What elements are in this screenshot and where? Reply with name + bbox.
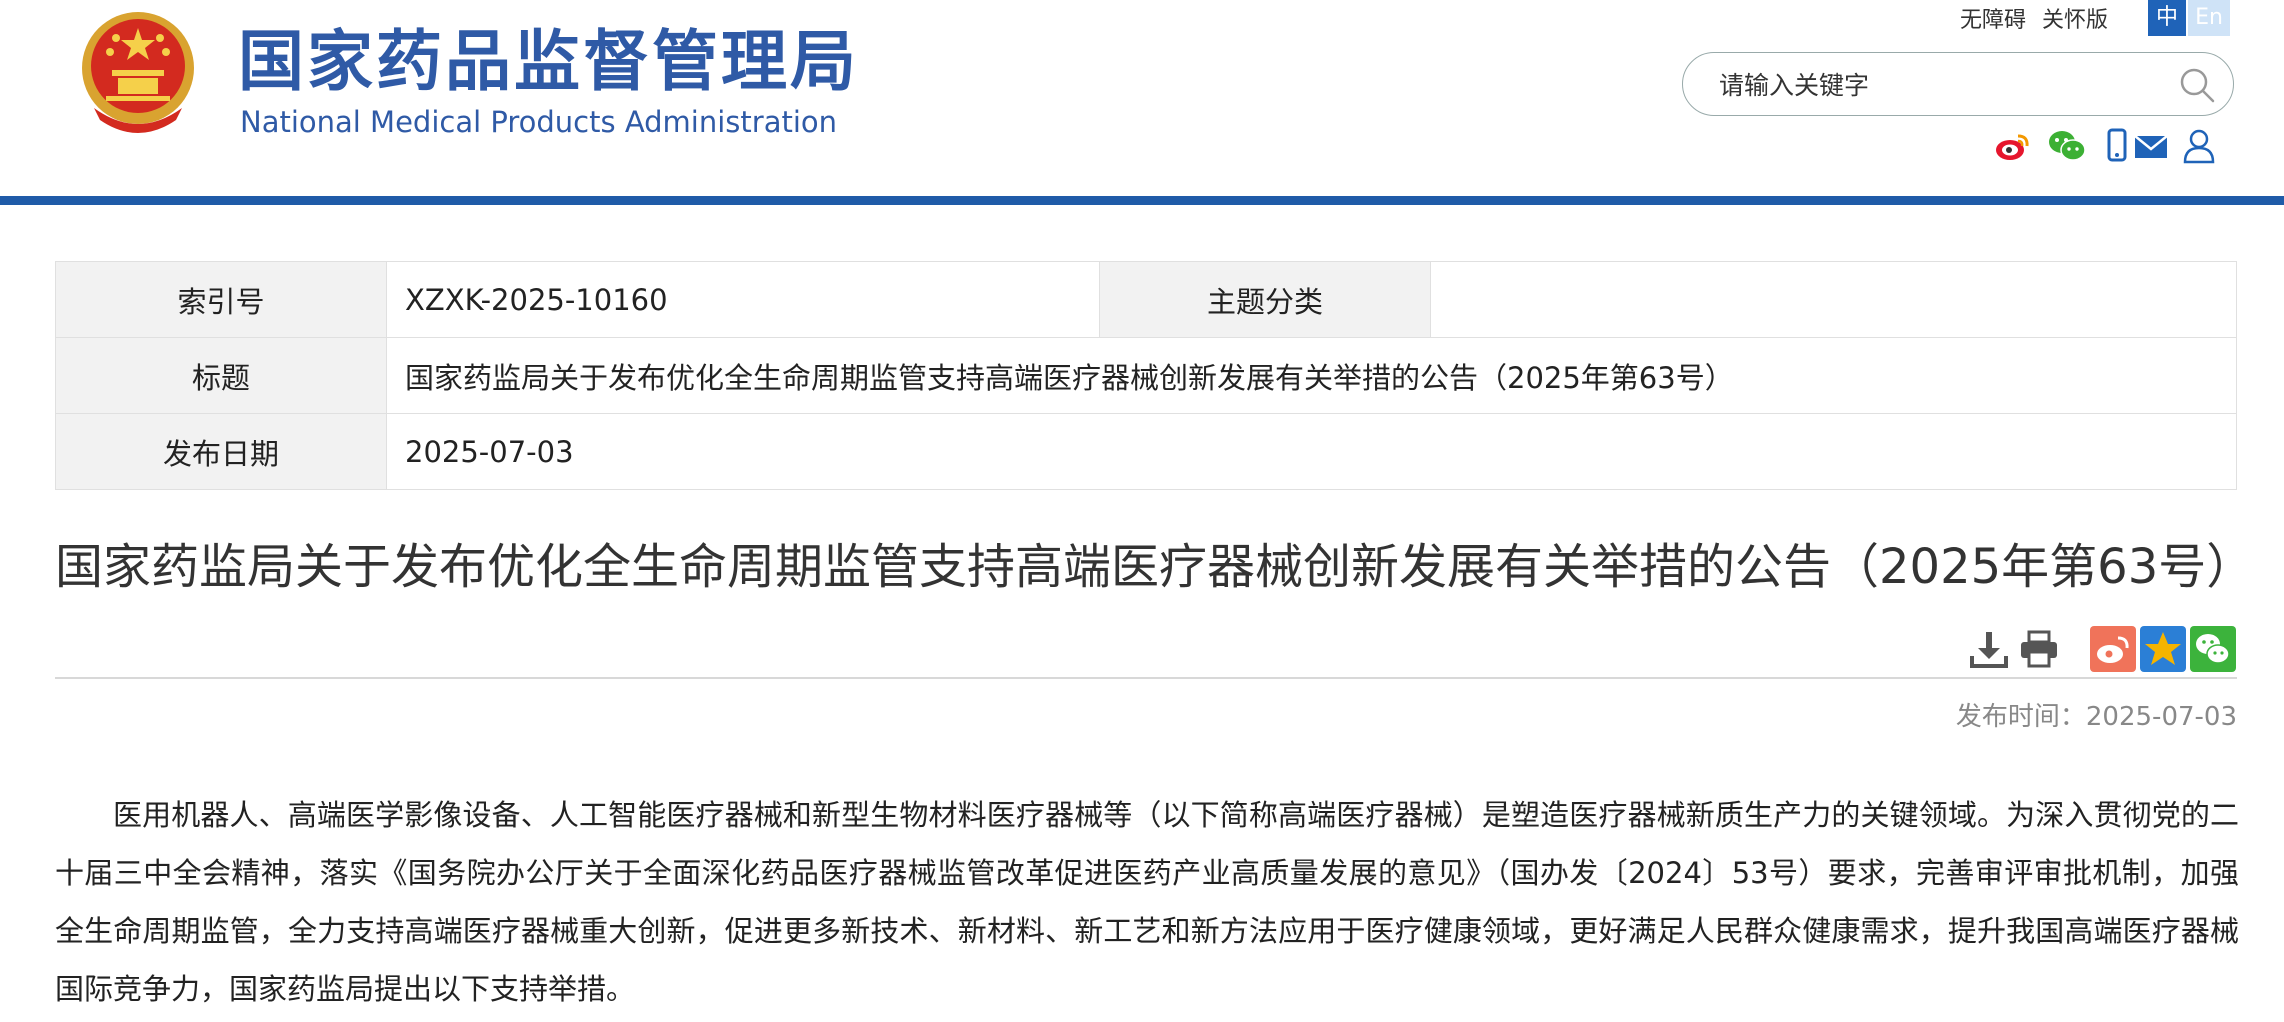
title-value: 国家药监局关于发布优化全生命周期监管支持高端医疗器械创新发展有关举措的公告（20…	[386, 337, 2237, 414]
title-divider	[55, 677, 2237, 679]
publish-date-label: 发布日期	[55, 413, 387, 490]
elderly-mode-link[interactable]: 关怀版	[2042, 8, 2108, 33]
site-logo-subtitle[interactable]: National Medical Products Administration	[240, 104, 837, 140]
document-metadata-table: 索引号 XZXK-2025-10160 主题分类 标题 国家药监局关于发布优化全…	[55, 261, 2237, 490]
table-row: 索引号 XZXK-2025-10160 主题分类	[55, 261, 2237, 338]
language-en-button[interactable]: En	[2188, 0, 2230, 36]
top-links: 无障碍 关怀版	[1960, 2, 2124, 34]
publish-time: 发布时间：2025-07-03	[1955, 702, 2237, 732]
table-row: 标题 国家药监局关于发布优化全生命周期监管支持高端医疗器械创新发展有关举措的公告…	[55, 337, 2237, 414]
index-number-value: XZXK-2025-10160	[386, 261, 1100, 338]
download-icon[interactable]	[1966, 626, 2012, 672]
publish-date-value: 2025-07-03	[386, 413, 2237, 490]
print-icon[interactable]	[2016, 626, 2062, 672]
mobile-icon[interactable]	[2098, 128, 2136, 164]
site-header: 国家药品监督管理局 National Medical Products Admi…	[0, 0, 2284, 205]
language-zh-button[interactable]: 中	[2148, 0, 2186, 36]
search-box	[1682, 52, 2234, 116]
topic-category-label: 主题分类	[1099, 261, 1431, 338]
accessibility-link[interactable]: 无障碍	[1960, 8, 2026, 33]
article-paragraph: 医用机器人、高端医学影像设备、人工智能医疗器械和新型生物材料医疗器械等（以下简称…	[55, 798, 2239, 1006]
weibo-icon[interactable]	[1994, 128, 2032, 164]
header-divider	[0, 196, 2284, 205]
share-favorite-icon[interactable]	[2140, 626, 2186, 672]
national-emblem-icon[interactable]	[72, 8, 204, 140]
title-label: 标题	[55, 337, 387, 414]
wechat-icon[interactable]	[2048, 128, 2086, 164]
search-icon[interactable]	[2177, 65, 2217, 105]
share-weibo-icon[interactable]	[2090, 626, 2136, 672]
site-logo-title[interactable]: 国家药品监督管理局	[238, 22, 859, 102]
mail-icon[interactable]	[2132, 128, 2170, 164]
search-input[interactable]	[1717, 65, 2161, 105]
user-icon[interactable]	[2180, 128, 2218, 164]
article-title: 国家药监局关于发布优化全生命周期监管支持高端医疗器械创新发展有关举措的公告（20…	[55, 539, 2255, 595]
table-row: 发布日期 2025-07-03	[55, 413, 2237, 490]
topic-category-value	[1430, 261, 2237, 338]
share-wechat-icon[interactable]	[2190, 626, 2236, 672]
index-number-label: 索引号	[55, 261, 387, 338]
